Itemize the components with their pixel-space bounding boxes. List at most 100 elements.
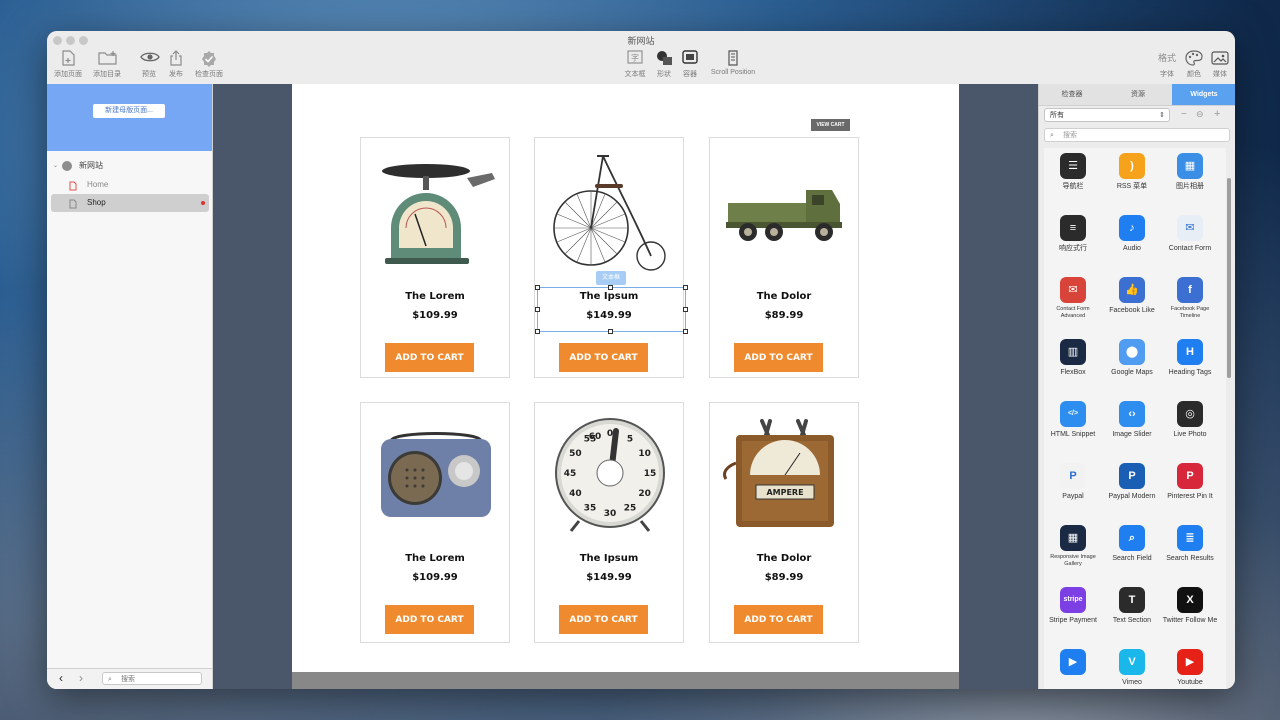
- product-card[interactable]: The Dolor $89.99 ADD TO CART: [709, 137, 859, 378]
- font-button[interactable]: 格式 字体: [1155, 50, 1179, 79]
- widget-item[interactable]: ⬤ Google Maps: [1103, 339, 1161, 377]
- widget-item[interactable]: 👍 Facebook Like: [1103, 277, 1161, 315]
- widget-item[interactable]: </> HTML Snippet: [1044, 401, 1102, 439]
- widget-icon: ≣: [1177, 525, 1203, 551]
- resize-handle[interactable]: [683, 285, 688, 290]
- circle-minus-icon[interactable]: ⊖: [1196, 109, 1204, 120]
- widget-label: Google Maps: [1111, 369, 1153, 376]
- container-tool-button[interactable]: 容器: [679, 50, 701, 79]
- publish-button[interactable]: 发布: [164, 50, 188, 79]
- widget-item[interactable]: ✉ Contact Form Advanced: [1044, 277, 1102, 320]
- widget-item[interactable]: P Pinterest Pin It: [1161, 463, 1219, 501]
- vintage-scale-image: [371, 148, 501, 273]
- add-to-cart-button[interactable]: ADD TO CART: [559, 343, 648, 372]
- add-to-cart-button[interactable]: ADD TO CART: [559, 605, 648, 634]
- product-name: The Lorem: [405, 553, 465, 564]
- widget-item[interactable]: V Vimeo: [1103, 649, 1161, 687]
- timer-number: 25: [624, 504, 637, 514]
- widget-item[interactable]: f Facebook Page Timeline: [1161, 277, 1219, 320]
- shop-page[interactable]: VIEW CART The Lorem $109.99 ADD TO CART …: [292, 84, 959, 672]
- add-folder-button[interactable]: 添加目录: [90, 50, 124, 79]
- add-to-cart-button[interactable]: ADD TO CART: [734, 343, 823, 372]
- widget-item[interactable]: T Text Section: [1103, 587, 1161, 625]
- design-canvas[interactable]: VIEW CART The Lorem $109.99 ADD TO CART …: [213, 84, 1038, 689]
- widget-label: 响应式行: [1059, 245, 1087, 252]
- resize-handle[interactable]: [608, 285, 613, 290]
- resize-handle[interactable]: [683, 329, 688, 334]
- back-arrow-icon[interactable]: ‹: [59, 671, 63, 685]
- product-card[interactable]: 0 5 10 15 20 25 30 35 40 45 50 55 60 The Ipsum $149.…: [534, 402, 684, 643]
- widget-scrollbar[interactable]: [1227, 178, 1231, 378]
- widget-item[interactable]: ☰ 导航栏: [1044, 153, 1102, 191]
- resize-handle[interactable]: [535, 307, 540, 312]
- widget-label: Twitter Follow Me: [1162, 617, 1218, 624]
- widget-item[interactable]: ≣ Search Results: [1161, 525, 1219, 563]
- add-to-cart-button[interactable]: ADD TO CART: [734, 605, 823, 634]
- palette-icon: [1185, 50, 1203, 66]
- add-to-cart-button[interactable]: ADD TO CART: [385, 605, 474, 634]
- timer-number: 5: [627, 434, 633, 444]
- widget-item[interactable]: ✉ Contact Form: [1161, 215, 1219, 253]
- timer-number: 0: [607, 429, 613, 439]
- widget-item[interactable]: ♪ Audio: [1103, 215, 1161, 253]
- sidebar-page-home[interactable]: Home: [51, 176, 209, 194]
- widget-icon: ☰: [1060, 153, 1086, 179]
- tab-widgets[interactable]: Widgets: [1172, 84, 1235, 105]
- scroll-position-button[interactable]: Scroll Position: [705, 50, 761, 76]
- sidebar-page-shop[interactable]: Shop: [51, 194, 209, 212]
- widget-item[interactable]: ▶ Youtube: [1161, 649, 1219, 687]
- plus-icon[interactable]: +: [1214, 108, 1220, 120]
- widget-icon: P: [1177, 463, 1203, 489]
- product-card[interactable]: The Lorem $109.99 ADD TO CART: [360, 402, 510, 643]
- widget-filter-select[interactable]: 所有 ⇕: [1044, 108, 1170, 122]
- product-price: $89.99: [764, 310, 804, 321]
- tab-inspector[interactable]: 检查器: [1039, 84, 1105, 105]
- product-card[interactable]: AMPERE The Dolor $89.99 ADD TO CART: [709, 402, 859, 643]
- widget-icon: 👍: [1119, 277, 1145, 303]
- resize-handle[interactable]: [535, 329, 540, 334]
- minus-icon[interactable]: −: [1181, 109, 1187, 120]
- sidebar-search-input[interactable]: ⌕ 搜索: [102, 672, 202, 685]
- product-card[interactable]: The Ipsum $149.99 ADD TO CART: [534, 137, 684, 378]
- resize-handle[interactable]: [535, 285, 540, 290]
- widget-item[interactable]: ▥ FlexBox: [1044, 339, 1102, 377]
- widget-search-input[interactable]: ⌕ 搜索: [1044, 128, 1230, 142]
- tab-resources[interactable]: 资源: [1105, 84, 1171, 105]
- view-cart-button[interactable]: VIEW CART: [811, 119, 850, 131]
- new-master-page-button[interactable]: 新建母版页面...: [93, 104, 165, 118]
- media-button[interactable]: 媒体: [1208, 50, 1232, 79]
- textbox-tool-button[interactable]: 字 文本框: [621, 50, 649, 79]
- widget-label: RSS 菜单: [1116, 183, 1148, 190]
- preview-button[interactable]: 预览: [137, 50, 161, 79]
- widget-item[interactable]: ≡ 响应式行: [1044, 215, 1102, 253]
- color-button[interactable]: 颜色: [1182, 50, 1206, 79]
- check-page-button[interactable]: 检查页面: [192, 50, 226, 79]
- widget-item[interactable]: ) RSS 菜单: [1103, 153, 1161, 191]
- widget-item[interactable]: P Paypal Modern: [1103, 463, 1161, 501]
- site-tree-root[interactable]: ⌄ 新网站: [51, 157, 209, 175]
- resize-handle[interactable]: [683, 307, 688, 312]
- widget-item[interactable]: X Twitter Follow Me: [1161, 587, 1219, 625]
- add-to-cart-button[interactable]: ADD TO CART: [385, 343, 474, 372]
- widget-item[interactable]: stripe Stripe Payment: [1044, 587, 1102, 625]
- widget-grid: ☰ 导航栏) RSS 菜单 ▦ 图片相册 ≡ 响应式行 ♪ Audio ✉ Contact Form…: [1044, 148, 1226, 689]
- forward-arrow-icon[interactable]: ›: [79, 671, 83, 685]
- widget-item[interactable]: ▶: [1044, 649, 1102, 678]
- widget-icon: P: [1060, 463, 1086, 489]
- widget-icon: ≡: [1060, 215, 1086, 241]
- add-page-button[interactable]: 添加页面: [52, 50, 84, 79]
- widget-item[interactable]: ▦ 图片相册: [1161, 153, 1219, 191]
- widget-item[interactable]: P Paypal: [1044, 463, 1102, 501]
- shape-tool-button[interactable]: 形状: [651, 50, 677, 79]
- widget-label: Paypal Modern: [1108, 493, 1156, 500]
- selected-textbox[interactable]: [537, 287, 686, 332]
- widget-item[interactable]: ▦ Responsive Image Gallery: [1044, 525, 1102, 568]
- widget-item[interactable]: ◎ Live Photo: [1161, 401, 1219, 439]
- product-card[interactable]: The Lorem $109.99 ADD TO CART: [360, 137, 510, 378]
- widget-item[interactable]: ‹› Image Slider: [1103, 401, 1161, 439]
- shape-icon: [655, 50, 673, 66]
- widget-item[interactable]: H Heading Tags: [1161, 339, 1219, 377]
- widget-icon: X: [1177, 587, 1203, 613]
- resize-handle[interactable]: [608, 329, 613, 334]
- widget-item[interactable]: ⌕ Search Field: [1103, 525, 1161, 563]
